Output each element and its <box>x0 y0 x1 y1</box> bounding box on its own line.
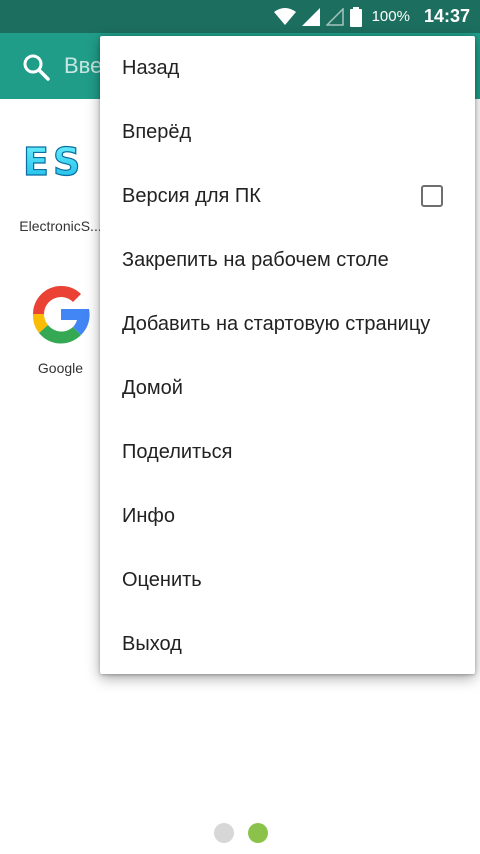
menu-item-home[interactable]: Домой <box>100 356 475 420</box>
battery-icon <box>349 6 362 27</box>
shortcut-google[interactable]: Google <box>8 274 113 376</box>
signal-empty-icon <box>325 7 344 26</box>
page-indicator <box>214 823 268 843</box>
menu-item-label: Добавить на стартовую страницу <box>122 312 431 335</box>
shortcut-label: ElectronicS... <box>19 218 102 234</box>
menu-item-label: Закрепить на рабочем столе <box>122 248 389 271</box>
search-input[interactable]: Вве <box>64 53 102 79</box>
menu-item-label: Вперёд <box>122 120 192 143</box>
status-icons: 100% 14:37 <box>273 0 470 33</box>
es-logo-icon: ES <box>22 140 84 184</box>
menu-item-share[interactable]: Поделиться <box>100 420 475 484</box>
menu-item-label: Поделиться <box>122 440 233 463</box>
svg-text:ES: ES <box>23 140 84 184</box>
menu-item-label: Домой <box>122 376 183 399</box>
menu-item-exit[interactable]: Выход <box>100 612 475 676</box>
page-dot-active[interactable] <box>248 823 268 843</box>
signal-icon <box>301 7 320 26</box>
menu-item-label: Выход <box>122 632 182 655</box>
status-bar: 100% 14:37 <box>0 0 480 33</box>
menu-item-label: Версия для ПК <box>122 184 261 207</box>
desktop-version-checkbox[interactable] <box>421 185 443 207</box>
menu-item-label: Назад <box>122 56 180 79</box>
wifi-icon <box>273 7 296 25</box>
menu-item-label: Оценить <box>122 568 202 591</box>
clock: 14:37 <box>423 6 470 26</box>
shortcut-electronics[interactable]: ES ElectronicS... <box>8 140 113 234</box>
menu-item-forward[interactable]: Вперёд <box>100 100 475 164</box>
shortcut-label: Google <box>37 360 84 376</box>
overflow-menu: Назад Вперёд Версия для ПК Закрепить на … <box>100 36 475 674</box>
google-logo-icon <box>32 285 90 344</box>
menu-item-add-to-start-page[interactable]: Добавить на стартовую страницу <box>100 292 475 356</box>
menu-item-info[interactable]: Инфо <box>100 484 475 548</box>
menu-item-back[interactable]: Назад <box>100 36 475 100</box>
menu-item-desktop-version[interactable]: Версия для ПК <box>100 164 475 228</box>
menu-item-pin-to-desktop[interactable]: Закрепить на рабочем столе <box>100 228 475 292</box>
menu-item-rate[interactable]: Оценить <box>100 548 475 612</box>
menu-item-label: Инфо <box>122 504 175 527</box>
battery-percent: 100% <box>371 8 410 25</box>
page-dot[interactable] <box>214 823 234 843</box>
search-icon[interactable] <box>22 53 50 81</box>
